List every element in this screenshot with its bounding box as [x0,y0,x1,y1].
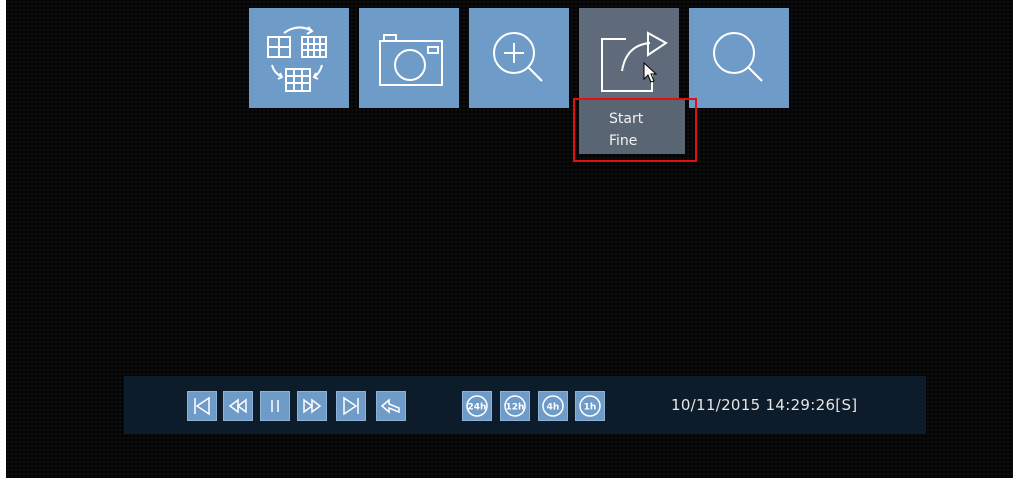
snapshot-button[interactable] [359,8,459,108]
skip-to-end-button[interactable] [336,391,366,421]
range-4h-icon: 4h [542,395,564,417]
zoom-in-icon [493,32,543,82]
skip-to-start-icon [194,396,210,416]
range-12h-label: 12h [506,403,525,413]
range-4h-button[interactable]: 4h [538,391,568,421]
skip-to-start-button[interactable] [187,391,217,421]
range-1h-icon: 1h [579,395,601,417]
range-12h-icon: 12h [504,395,526,417]
playback-screen: Start Fine 24h 12h 4h 1h 10/11/2015 14:2… [6,0,1013,478]
fast-forward-button[interactable] [297,391,327,421]
return-button[interactable] [376,391,406,421]
search-icon [713,32,763,82]
return-icon [380,398,400,414]
skip-to-end-icon [343,396,359,416]
rewind-button[interactable] [223,391,253,421]
range-24h-button[interactable]: 24h [462,391,492,421]
mouse-cursor-icon [643,62,658,83]
playback-bar: 24h 12h 4h 1h 10/11/2015 14:29:26[S] [124,376,926,434]
search-button[interactable] [689,8,789,108]
range-24h-label: 24h [468,403,487,413]
export-icon [601,31,668,92]
highlight-box [573,98,697,162]
range-24h-icon: 24h [466,395,488,417]
range-1h-label: 1h [584,403,597,413]
playback-datetime: 10/11/2015 14:29:26[S] [671,396,858,414]
rewind-icon [228,398,247,414]
range-12h-button[interactable]: 12h [500,391,530,421]
layout-switch-button[interactable] [249,8,349,108]
layout-switch-icon [267,26,327,92]
pause-button[interactable] [260,391,290,421]
fast-forward-icon [303,398,322,414]
camera-icon [379,34,443,86]
zoom-in-button[interactable] [469,8,569,108]
export-button[interactable] [579,8,679,108]
pause-icon [271,400,279,412]
range-1h-button[interactable]: 1h [575,391,605,421]
range-4h-label: 4h [547,403,560,413]
